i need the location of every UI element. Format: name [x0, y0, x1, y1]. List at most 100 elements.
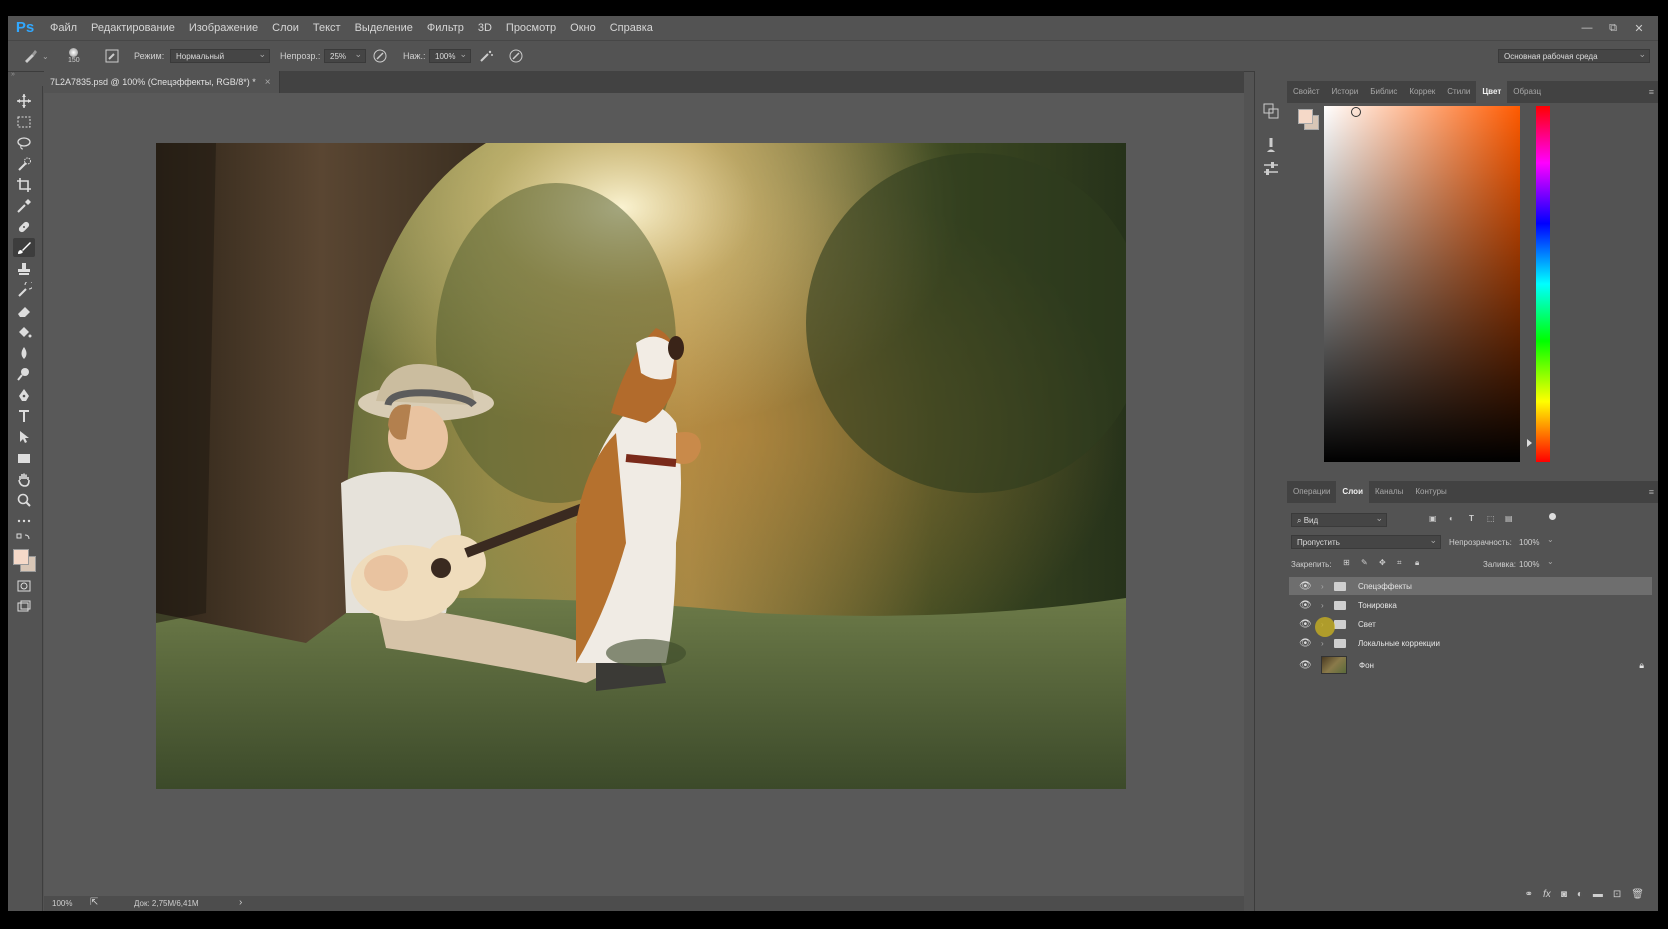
hue-slider-marker[interactable]	[1527, 439, 1532, 447]
expand-arrow-icon[interactable]: ›	[1321, 639, 1331, 648]
filter-toggle-icon[interactable]	[1549, 513, 1556, 520]
filter-pixel-icon[interactable]: ▣	[1429, 514, 1437, 523]
dodge-tool[interactable]	[13, 364, 35, 383]
path-select-tool[interactable]	[13, 427, 35, 446]
workspace-dropdown[interactable]: Основная рабочая среда	[1498, 47, 1650, 63]
expand-arrow-icon[interactable]: ›	[1321, 582, 1331, 591]
hand-tool[interactable]	[13, 469, 35, 488]
filter-shape-icon[interactable]: ⬚	[1487, 514, 1495, 523]
tab-styles[interactable]: Стили	[1441, 81, 1476, 103]
brush-settings-button[interactable]	[1261, 135, 1281, 155]
crop-tool[interactable]	[13, 175, 35, 194]
healing-brush-tool[interactable]	[13, 217, 35, 236]
move-tool[interactable]	[13, 91, 35, 110]
tab-adjustments[interactable]: Коррек	[1403, 81, 1441, 103]
opacity-dropdown[interactable]: 25%	[324, 47, 366, 63]
menu-edit[interactable]: Редактирование	[91, 22, 175, 34]
lock-all-icon[interactable]: 🔒︎	[1415, 558, 1419, 568]
menu-window[interactable]: Окно	[570, 22, 596, 34]
link-layers-icon[interactable]: ⚭	[1525, 889, 1533, 905]
type-tool[interactable]	[13, 406, 35, 425]
layer-lock-icon[interactable]: 🔒︎	[1639, 660, 1644, 671]
quick-select-tool[interactable]	[13, 154, 35, 173]
layer-row[interactable]: 👁︎ › Спецэффекты	[1289, 577, 1652, 595]
color-saturation-field[interactable]	[1324, 106, 1520, 462]
color-panel-fg-swatch[interactable]	[1298, 109, 1313, 124]
brush-panel-toggle[interactable]	[105, 41, 119, 71]
menu-type[interactable]: Текст	[313, 22, 341, 34]
layer-row[interactable]: 👁︎ › Локальные коррекции	[1289, 634, 1652, 652]
swap-colors[interactable]	[13, 530, 35, 549]
tab-channels[interactable]: Каналы	[1369, 481, 1409, 503]
tab-swatches[interactable]: Образц	[1507, 81, 1547, 103]
adjustments-button[interactable]	[1261, 159, 1281, 179]
clone-stamp-tool[interactable]	[13, 259, 35, 278]
visibility-eye-icon[interactable]: 👁︎	[1299, 600, 1312, 611]
menu-3d[interactable]: 3D	[478, 22, 492, 34]
eyedropper-tool[interactable]	[13, 196, 35, 215]
tab-paths[interactable]: Контуры	[1409, 481, 1452, 503]
pen-tool[interactable]	[13, 385, 35, 404]
layer-row[interactable]: 👁︎ › Свет	[1289, 615, 1652, 633]
document-photo[interactable]	[156, 143, 1126, 789]
brush-tool-preset[interactable]: ⌄	[22, 41, 49, 71]
restore-button[interactable]: ⧉	[1600, 22, 1626, 35]
canvas-area[interactable]	[44, 93, 1244, 904]
layer-row[interactable]: 👁︎ Фон 🔒︎	[1289, 654, 1652, 676]
size-pressure-toggle[interactable]	[508, 41, 524, 71]
lasso-tool[interactable]	[13, 133, 35, 152]
marquee-tool[interactable]	[13, 112, 35, 131]
layer-filter-dropdown[interactable]: ⌕ Вид	[1291, 511, 1387, 527]
menu-view[interactable]: Просмотр	[506, 22, 556, 34]
fx-icon[interactable]: fx	[1543, 889, 1551, 905]
menu-file[interactable]: Файл	[50, 22, 77, 34]
filter-type-icon[interactable]: T	[1469, 514, 1474, 523]
menu-filter[interactable]: Фильтр	[427, 22, 464, 34]
color-picker-cursor[interactable]	[1351, 107, 1361, 117]
history-panel-button[interactable]	[1261, 101, 1281, 121]
document-tab[interactable]: 7L2A7835.psd @ 100% (Спецэффекты, RGB/8*…	[44, 71, 280, 93]
lock-transparency-icon[interactable]: ⊞	[1343, 558, 1350, 567]
new-group-icon[interactable]: ▬	[1593, 889, 1603, 905]
tab-history[interactable]: Истори	[1326, 81, 1365, 103]
opacity-pressure-toggle[interactable]	[372, 41, 388, 71]
more-tools[interactable]	[13, 511, 35, 530]
lock-position-icon[interactable]: ✥	[1379, 558, 1386, 567]
lock-artboard-icon[interactable]: ⌗	[1397, 558, 1402, 568]
visibility-eye-icon[interactable]: 👁︎	[1299, 660, 1312, 671]
history-brush-tool[interactable]	[13, 280, 35, 299]
opacity-value[interactable]: 100%	[1519, 538, 1539, 547]
panel-menu-icon[interactable]: ≡	[1649, 87, 1654, 97]
paint-bucket-tool[interactable]	[13, 322, 35, 341]
trash-icon[interactable]: 🗑︎	[1631, 889, 1644, 905]
minimize-button[interactable]: —	[1574, 22, 1600, 34]
rectangle-tool[interactable]	[13, 448, 35, 467]
menu-help[interactable]: Справка	[610, 22, 653, 34]
opacity-chevron-icon[interactable]: ⌄	[1547, 535, 1554, 544]
add-mask-icon[interactable]: ◙	[1561, 889, 1567, 905]
eraser-tool[interactable]	[13, 301, 35, 320]
zoom-level[interactable]: 100%	[52, 899, 72, 908]
new-layer-icon[interactable]: ⊡	[1613, 889, 1621, 905]
export-icon[interactable]: ⇱	[90, 897, 98, 908]
airbrush-toggle[interactable]	[478, 41, 494, 71]
foreground-color-swatch[interactable]	[13, 549, 29, 565]
hue-slider[interactable]	[1536, 106, 1550, 462]
tab-color[interactable]: Цвет	[1476, 81, 1508, 103]
fill-chevron-icon[interactable]: ⌄	[1547, 557, 1554, 566]
layer-row[interactable]: 👁︎ › Тонировка	[1289, 596, 1652, 614]
adjustment-layer-icon[interactable]: ◐	[1577, 889, 1583, 905]
menu-select[interactable]: Выделение	[355, 22, 413, 34]
lock-pixels-icon[interactable]: ✎	[1361, 558, 1368, 567]
blend-mode-dropdown[interactable]: Пропустить	[1291, 533, 1441, 549]
mode-dropdown[interactable]: Нормальный	[170, 47, 270, 63]
filter-adjustment-icon[interactable]: ◐	[1449, 514, 1454, 523]
filter-smart-object-icon[interactable]: ▤	[1505, 514, 1513, 523]
fill-value[interactable]: 100%	[1519, 560, 1539, 569]
close-tab-icon[interactable]: ×	[265, 77, 271, 88]
menu-image[interactable]: Изображение	[189, 22, 258, 34]
expand-arrow-icon[interactable]: ›	[1321, 601, 1331, 610]
toolbar-collapse-icon[interactable]: »	[8, 71, 45, 83]
brush-tool[interactable]	[13, 238, 35, 257]
layers-panel-menu-icon[interactable]: ≡	[1649, 487, 1654, 497]
